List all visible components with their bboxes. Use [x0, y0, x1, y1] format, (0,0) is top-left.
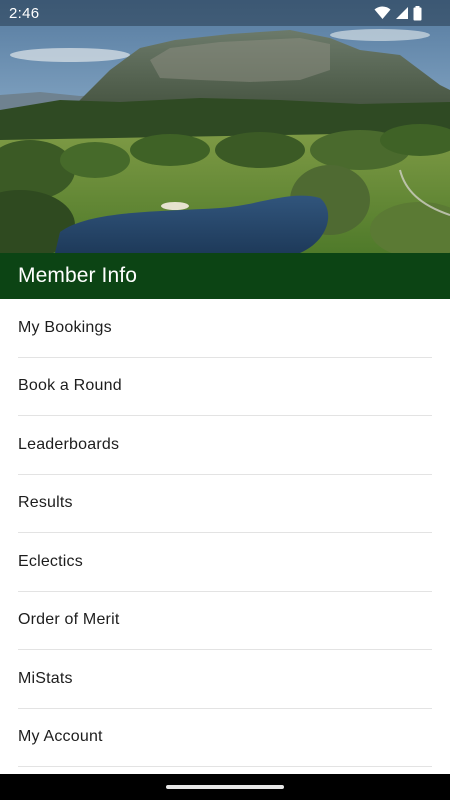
status-bar: 2:46	[0, 0, 450, 26]
cellular-signal-icon	[395, 6, 409, 20]
section-header: Member Info	[0, 253, 450, 299]
menu-item-label: My Bookings	[18, 318, 112, 336]
menu-item-label: Order of Merit	[18, 611, 120, 629]
menu-item-label: Leaderboards	[18, 435, 120, 453]
member-menu-list: My Bookings Book a Round Leaderboards Re…	[0, 299, 450, 767]
menu-item-label: Results	[18, 494, 73, 512]
status-icons	[374, 5, 450, 21]
menu-item-eclectics[interactable]: Eclectics	[18, 533, 432, 592]
home-gesture-handle[interactable]	[166, 785, 284, 789]
menu-item-label: My Account	[18, 728, 103, 746]
menu-item-my-account[interactable]: My Account	[18, 709, 432, 767]
menu-item-my-bookings[interactable]: My Bookings	[18, 299, 432, 358]
hero-image	[0, 0, 450, 253]
wifi-icon	[374, 6, 391, 20]
menu-item-label: Book a Round	[18, 377, 122, 395]
menu-item-book-a-round[interactable]: Book a Round	[18, 358, 432, 416]
menu-item-label: MiStats	[18, 669, 73, 687]
menu-item-results[interactable]: Results	[18, 475, 432, 533]
page-title: Member Info	[18, 264, 137, 287]
menu-item-order-of-merit[interactable]: Order of Merit	[18, 592, 432, 650]
battery-icon	[413, 5, 422, 21]
status-time: 2:46	[9, 4, 40, 22]
menu-item-leaderboards[interactable]: Leaderboards	[18, 416, 432, 475]
menu-item-mistats[interactable]: MiStats	[18, 650, 432, 709]
system-nav-bar	[0, 774, 450, 800]
menu-item-label: Eclectics	[18, 552, 83, 570]
